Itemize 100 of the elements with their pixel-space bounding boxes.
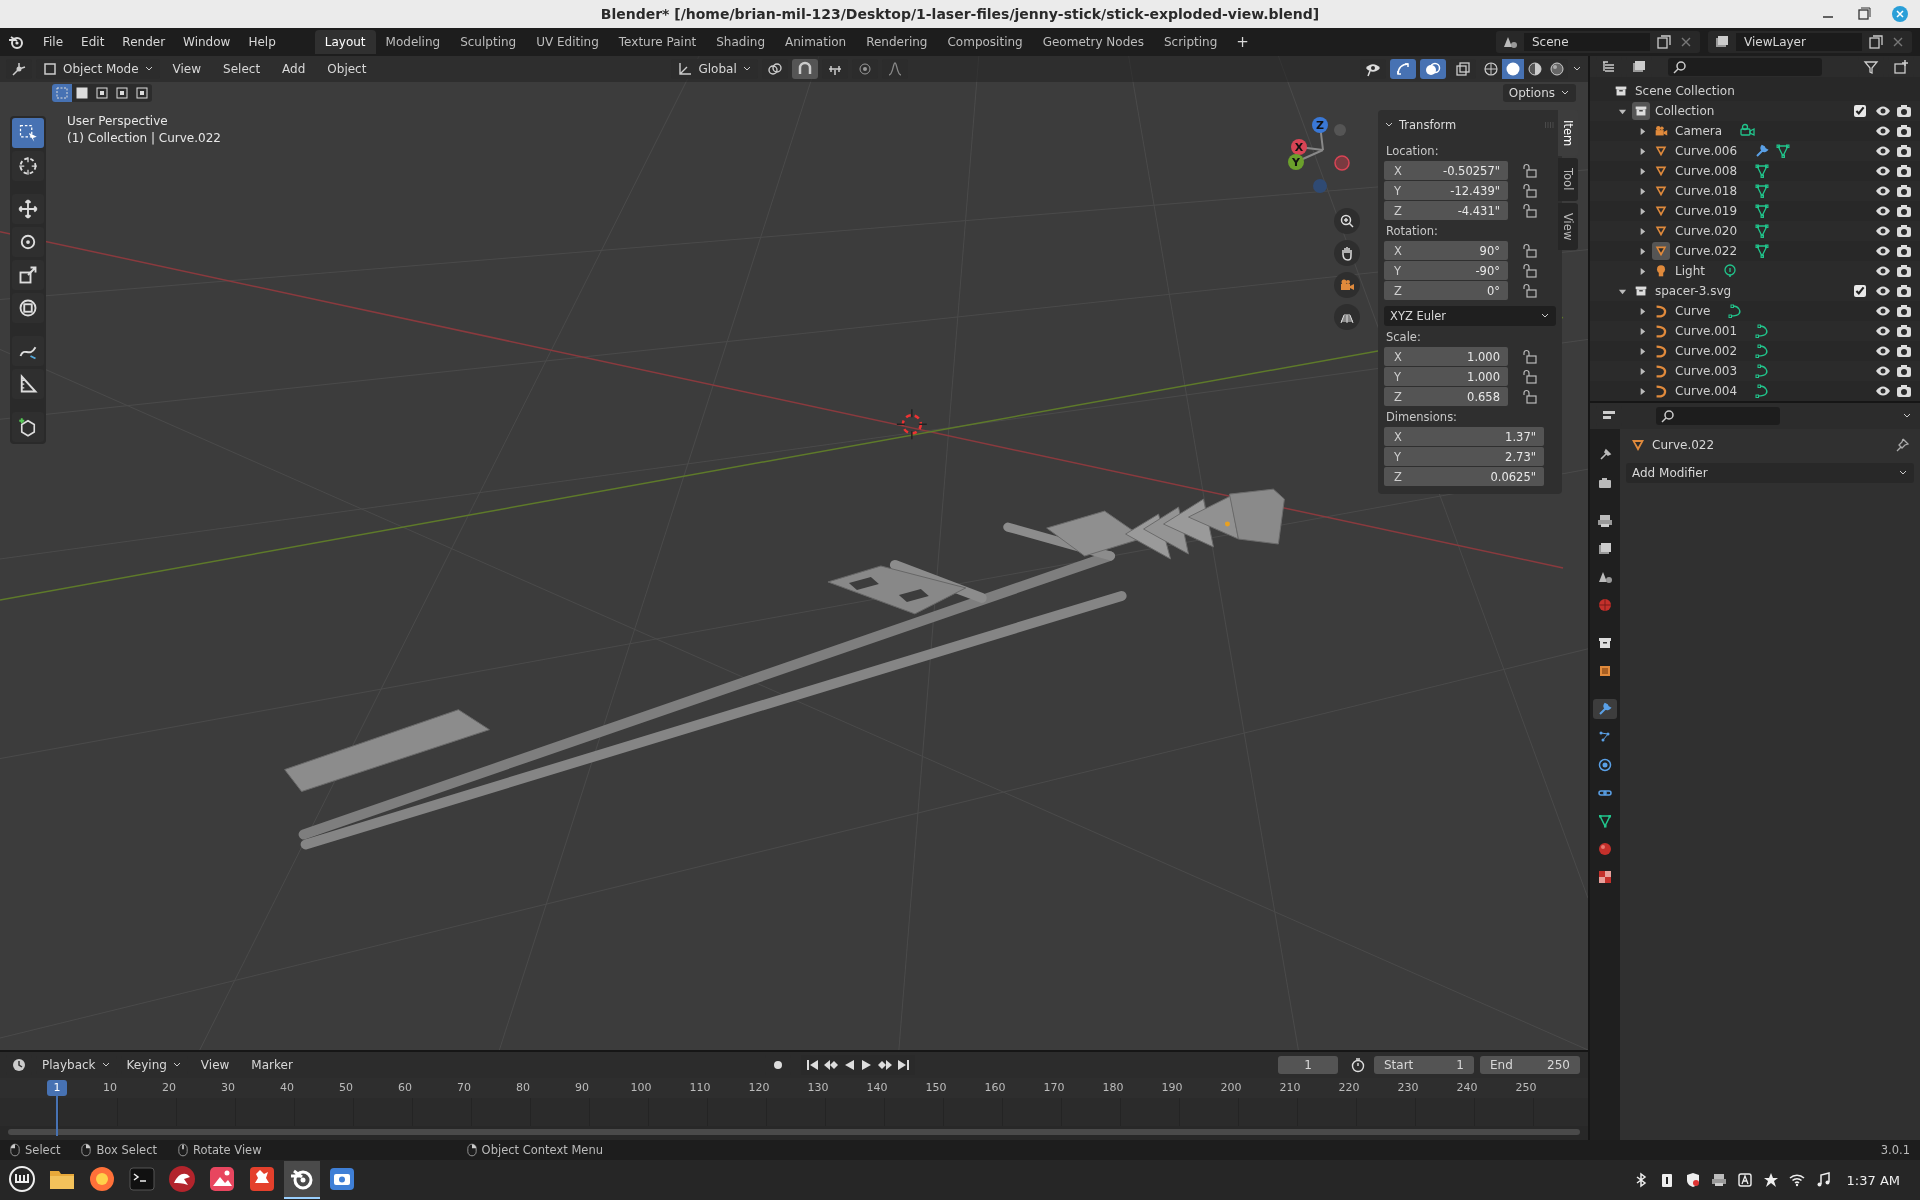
- frame-number: 30: [221, 1081, 236, 1094]
- workspace-tab[interactable]: Texture Paint: [608, 30, 707, 54]
- number-field[interactable]: Z -4.431": [1384, 201, 1508, 220]
- menu-item[interactable]: Edit: [72, 32, 114, 52]
- add-modifier-dropdown[interactable]: Add Modifier: [1626, 463, 1914, 483]
- outliner-item-name[interactable]: Camera: [1675, 124, 1723, 138]
- number-field[interactable]: X 1.000: [1384, 347, 1508, 366]
- outliner-row[interactable]: Curve.019: [1590, 201, 1920, 221]
- group-label: Rotation:: [1386, 224, 1439, 238]
- number-field[interactable]: Y -90°: [1384, 261, 1508, 280]
- outliner-item-name[interactable]: Curve.022: [1675, 244, 1738, 258]
- workspace-tab[interactable]: Scripting: [1153, 30, 1228, 54]
- view-layer-name[interactable]: ViewLayer: [1736, 33, 1862, 51]
- group-label: Dimensions:: [1386, 410, 1458, 424]
- outliner-item-name[interactable]: Curve: [1675, 304, 1711, 318]
- add-workspace-button[interactable]: +: [1227, 30, 1258, 54]
- frame-number: 110: [689, 1081, 711, 1094]
- frame-number: 170: [1043, 1081, 1065, 1094]
- outliner-item-name[interactable]: Curve.002: [1675, 344, 1738, 358]
- number-field[interactable]: Y 1.000: [1384, 367, 1508, 386]
- menu-item[interactable]: View: [163, 59, 211, 79]
- menu-item[interactable]: File: [34, 32, 73, 52]
- workspace-tab[interactable]: Modeling: [375, 30, 451, 54]
- menu-item[interactable]: Help: [239, 32, 285, 52]
- frame-number: 130: [807, 1081, 829, 1094]
- number-field[interactable]: Z 0°: [1384, 281, 1508, 300]
- outliner-item-name[interactable]: Curve.006: [1675, 144, 1738, 158]
- menu-item[interactable]: Window: [174, 32, 240, 52]
- axis-handle[interactable]: Z: [1312, 117, 1328, 133]
- end-frame-field[interactable]: End 250: [1480, 1056, 1580, 1074]
- menu-item[interactable]: Object: [318, 59, 376, 79]
- outliner-item-name[interactable]: spacer-3.svg: [1655, 284, 1732, 298]
- current-frame-field[interactable]: 1: [1278, 1056, 1338, 1074]
- frame-number: 140: [866, 1081, 888, 1094]
- outliner-item-name[interactable]: Curve.004: [1675, 384, 1738, 398]
- number-field[interactable]: Z 0.658: [1384, 387, 1508, 406]
- frame-number: 120: [748, 1081, 770, 1094]
- number-field[interactable]: Y -12.439": [1384, 181, 1508, 200]
- playhead[interactable]: 1: [47, 1080, 67, 1096]
- frame-number: 60: [398, 1081, 413, 1094]
- axis-handle[interactable]: Y: [1288, 154, 1304, 170]
- view-name: User Perspective: [67, 114, 169, 128]
- outliner-row[interactable]: Curve.008: [1590, 161, 1920, 181]
- outliner-item-name[interactable]: Collection: [1655, 104, 1715, 118]
- menu-item[interactable]: Add: [273, 59, 315, 79]
- outliner-item-name[interactable]: Curve.008: [1675, 164, 1738, 178]
- frame-number: 90: [575, 1081, 590, 1094]
- outliner-item-name[interactable]: Scene Collection: [1635, 84, 1735, 98]
- workspace-tab[interactable]: Geometry Nodes: [1032, 30, 1154, 54]
- number-field[interactable]: Y 2.73": [1384, 447, 1544, 466]
- outliner-row[interactable]: Curve.022: [1590, 241, 1920, 261]
- outliner-row[interactable]: Curve.004: [1590, 381, 1920, 401]
- outliner-row[interactable]: Scene Collection: [1590, 81, 1920, 101]
- workspace-tab[interactable]: Rendering: [856, 30, 938, 54]
- frame-number: 190: [1161, 1081, 1183, 1094]
- outliner-item-name[interactable]: Curve.020: [1675, 224, 1738, 238]
- group-label: Location:: [1386, 144, 1440, 158]
- window-title: Blender* [/home/brian-mil-123/Desktop/1-laser-files/jenny-stick/stick-exploded-view.blend]: [600, 6, 1320, 22]
- menu-item[interactable]: Select: [214, 59, 270, 79]
- frame-number: 210: [1279, 1081, 1301, 1094]
- frame-number: 20: [162, 1081, 177, 1094]
- number-field[interactable]: Z 0.0625": [1384, 467, 1544, 486]
- outliner-row[interactable]: Camera: [1590, 121, 1920, 141]
- frame-number: 40: [280, 1081, 295, 1094]
- menu-item[interactable]: View: [191, 1055, 239, 1075]
- workspace-tab[interactable]: Sculpting: [450, 30, 527, 54]
- outliner-item-name[interactable]: Curve.019: [1675, 204, 1738, 218]
- outliner-item-name[interactable]: Light: [1675, 264, 1705, 278]
- panel-title[interactable]: Transform: [1399, 118, 1457, 132]
- workspace-tab[interactable]: Compositing: [937, 30, 1033, 54]
- axis-handle[interactable]: X: [1291, 139, 1307, 155]
- start-frame-field[interactable]: Start 1: [1374, 1056, 1474, 1074]
- view-context: (1) Collection | Curve.022: [67, 131, 221, 145]
- scene-name[interactable]: Scene: [1524, 33, 1650, 51]
- workspace-tab[interactable]: Shading: [706, 30, 775, 54]
- outliner-item-name[interactable]: Curve.018: [1675, 184, 1738, 198]
- number-field[interactable]: X 90°: [1384, 241, 1508, 260]
- menu-item[interactable]: Marker: [242, 1055, 302, 1075]
- menu-item[interactable]: Render: [113, 32, 175, 52]
- outliner-item-name[interactable]: Curve.003: [1675, 364, 1738, 378]
- frame-number: 180: [1102, 1081, 1124, 1094]
- frame-number: 80: [516, 1081, 531, 1094]
- scene-selector[interactable]: Scene: [1496, 31, 1700, 53]
- shortcut-hint: Object Context Menu: [481, 1143, 603, 1157]
- number-field[interactable]: X -0.50257": [1384, 161, 1508, 180]
- outliner-row[interactable]: Curve.002: [1590, 341, 1920, 361]
- options-dropdown[interactable]: Options: [1502, 84, 1576, 102]
- workspace-tab[interactable]: Animation: [775, 30, 857, 54]
- sidebar-tab[interactable]: View: [1558, 202, 1578, 250]
- rotation-mode-dropdown[interactable]: XYZ Euler: [1384, 306, 1556, 326]
- frame-number: 250: [1515, 1081, 1537, 1094]
- outliner-item-name[interactable]: Curve.001: [1675, 324, 1738, 338]
- group-label: Scale:: [1386, 330, 1422, 344]
- clock[interactable]: 1:37 AM: [1846, 1172, 1900, 1188]
- view-layer-selector[interactable]: ViewLayer: [1708, 31, 1912, 53]
- number-field[interactable]: X 1.37": [1384, 427, 1544, 446]
- workspace-tab[interactable]: Layout: [314, 30, 376, 54]
- sidebar-tab[interactable]: Tool: [1558, 158, 1578, 201]
- workspace-tab[interactable]: UV Editing: [526, 30, 609, 54]
- outliner-row[interactable]: Curve: [1590, 301, 1920, 321]
